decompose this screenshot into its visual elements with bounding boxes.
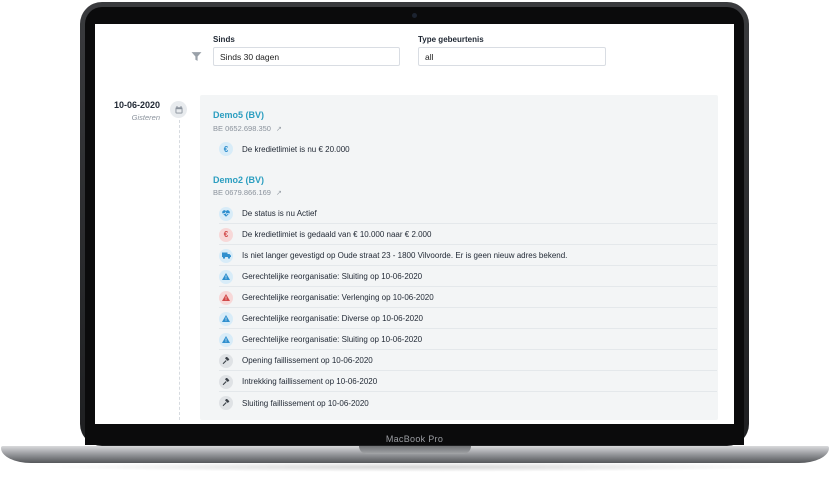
warning-icon	[219, 269, 233, 284]
gavel-icon	[219, 374, 233, 389]
timeline-line	[179, 120, 180, 420]
camera-icon	[412, 13, 417, 18]
event-row: Gerechtelijke reorganisatie: Sluiting op…	[219, 330, 717, 350]
gavel-icon	[219, 396, 233, 410]
event-row: De status is nu Actief	[219, 204, 717, 224]
laptop-notch	[359, 446, 471, 454]
event-text: Gerechtelijke reorganisatie: Verlenging …	[242, 293, 434, 302]
euro-icon: €	[219, 227, 233, 242]
timeline-node	[170, 101, 187, 118]
external-link-icon[interactable]: ↗	[276, 125, 282, 133]
event-text: De kredietlimiet is nu € 20.000	[242, 144, 350, 154]
company-vat: BE 0679.866.169 ↗	[213, 188, 282, 197]
event-text: De kredietlimiet is gedaald van € 10.000…	[242, 230, 432, 239]
event-text: Gerechtelijke reorganisatie: Sluiting op…	[242, 272, 423, 281]
calendar-icon	[175, 105, 182, 113]
euro-icon: €	[219, 142, 233, 156]
event-text: Gerechtelijke reorganisatie: Sluiting op…	[242, 335, 423, 344]
event-text: Opening faillissement op 10-06-2020	[242, 356, 373, 365]
laptop-shadow	[40, 462, 790, 472]
vat-number: BE 0679.866.169	[213, 188, 271, 197]
event-row: Sluiting faillissement op 10-06-2020	[219, 393, 717, 413]
event-row: Is niet langer gevestigd op Oude straat …	[219, 246, 717, 266]
external-link-icon[interactable]: ↗	[276, 189, 282, 197]
warning-icon	[219, 311, 233, 326]
app-screen: Sinds Sinds 30 dagen Type gebeurtenis al…	[95, 24, 734, 424]
since-select[interactable]: Sinds 30 dagen	[213, 47, 400, 66]
event-text: Sluiting faillissement op 10-06-2020	[242, 398, 369, 408]
event-row: € De kredietlimiet is nu € 20.000	[219, 139, 717, 159]
event-row: Gerechtelijke reorganisatie: Verlenging …	[219, 288, 717, 308]
truck-icon	[219, 248, 233, 263]
event-row: Opening faillissement op 10-06-2020	[219, 351, 717, 371]
heart-pulse-icon	[219, 206, 233, 221]
gavel-icon	[219, 353, 233, 368]
event-type-label: Type gebeurtenis	[418, 35, 484, 44]
event-text: Intrekking faillissement op 10-06-2020	[242, 377, 378, 386]
event-row: Gerechtelijke reorganisatie: Sluiting op…	[219, 267, 717, 287]
company-vat: BE 0652.698.350 ↗	[213, 124, 282, 133]
filter-icon[interactable]	[191, 51, 202, 62]
event-row: Intrekking faillissement op 10-06-2020	[219, 372, 717, 392]
warning-icon	[219, 290, 233, 305]
since-label: Sinds	[213, 35, 235, 44]
event-text: Gerechtelijke reorganisatie: Diverse op …	[242, 314, 423, 323]
company-name-link[interactable]: Demo2 (BV)	[213, 175, 264, 185]
event-text: De status is nu Actief	[242, 209, 317, 218]
company-name-link[interactable]: Demo5 (BV)	[213, 110, 264, 120]
event-row: € De kredietlimiet is gedaald van € 10.0…	[219, 225, 717, 245]
event-type-select[interactable]: all	[418, 47, 606, 66]
vat-number: BE 0652.698.350	[213, 124, 271, 133]
event-text: Is niet langer gevestigd op Oude straat …	[242, 251, 568, 260]
timeline-relative-date: Gisteren	[131, 113, 160, 122]
device-model-label: MacBook Pro	[385, 434, 444, 444]
event-row: Gerechtelijke reorganisatie: Diverse op …	[219, 309, 717, 329]
warning-icon	[219, 332, 233, 347]
timeline-date: 10-06-2020	[113, 100, 160, 110]
